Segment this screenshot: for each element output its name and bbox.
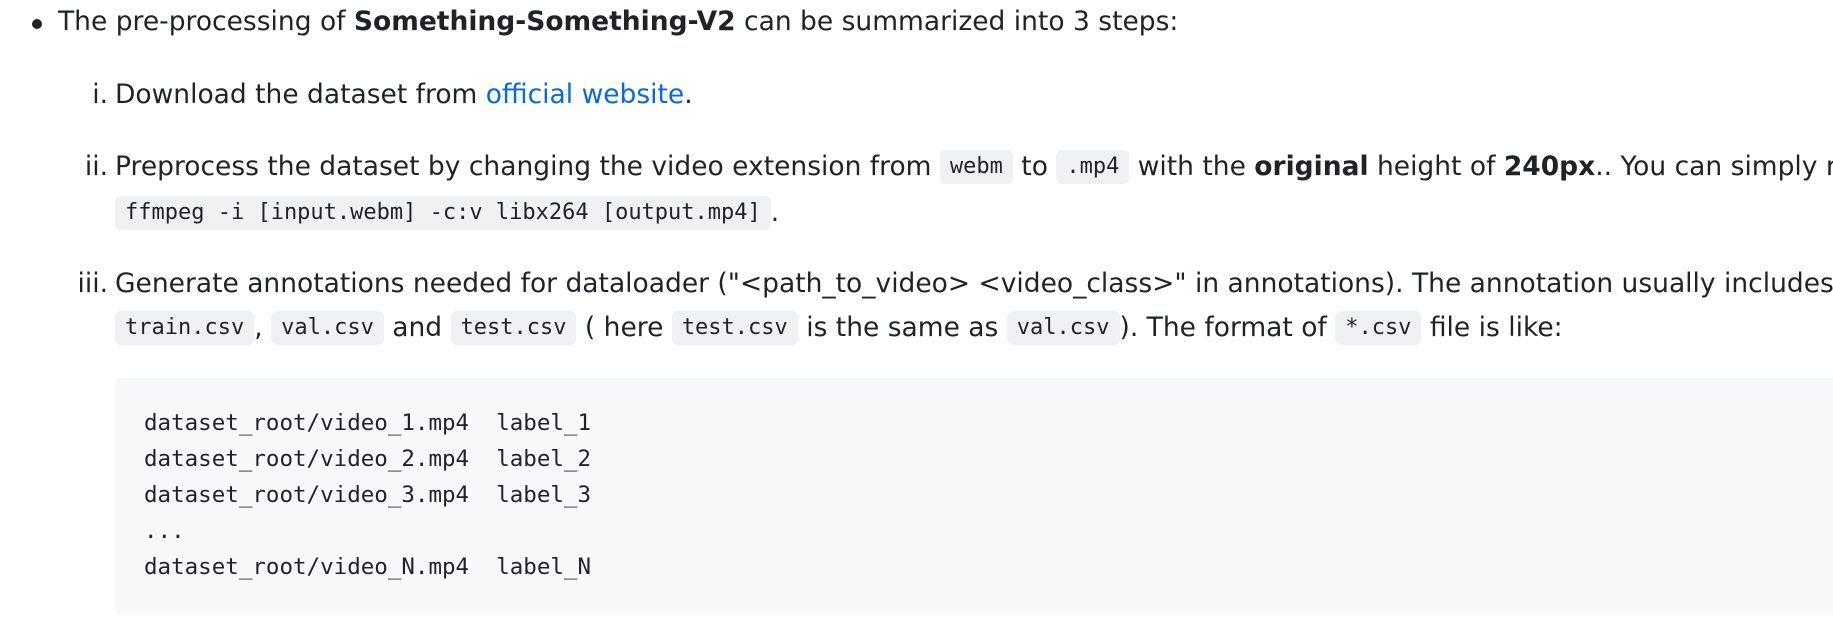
step-2-seg-1: Preprocess the dataset by changing the v… [115,151,940,182]
code-line-1: dataset_root/video_1.mp4 label_1 [144,410,592,436]
step-3-sep-4: is the same as [797,312,1007,343]
intro-line: The pre-processing of Something-Somethin… [58,5,1178,39]
intro-text-pre: The pre-processing of [58,6,354,37]
inline-code-val-csv: val.csv [271,311,384,345]
code-line-3: dataset_root/video_3.mp4 label_3 [144,482,592,508]
step-3-line-2: train.csv, val.csv and test.csv ( here t… [115,311,1563,345]
step-2-seg-3: with the [1129,151,1255,182]
inline-code-test-csv-2: test.csv [671,311,798,345]
step-2-seg-6: . [770,197,780,228]
inline-code-test-csv: test.csv [450,311,577,345]
step-2-seg-5: .. You can simply run [1595,151,1833,182]
inline-code-ffmpeg-command: ffmpeg -i [input.webm] -c:v libx264 [out… [115,196,771,230]
step-3-marker: iii. [77,268,108,299]
bullet-dot [32,19,42,29]
intro-text-post: can be summarized into 3 steps: [735,6,1179,37]
step-2-seg-2: to [1012,151,1057,182]
step-2-line-1: Preprocess the dataset by changing the v… [115,150,1833,184]
step-3-sep-5: ). The format of [1119,312,1336,343]
step-3-sep-6: file is like: [1421,312,1563,343]
step-3-line-1: Generate annotations needed for dataload… [115,268,1833,299]
bold-240px: 240px [1503,151,1596,182]
inline-code-webm: webm [939,150,1013,184]
code-line-2: dataset_root/video_2.mp4 label_2 [144,446,592,472]
inline-code-train-csv: train.csv [115,311,255,345]
code-block[interactable]: dataset_root/video_1.mp4 label_1 dataset… [114,378,1833,615]
step-2-line-2: ffmpeg -i [input.webm] -c:v libx264 [out… [115,196,779,230]
step-3-sep-3: ( here [576,312,672,343]
step-2-seg-4: height of [1368,151,1504,182]
bold-original: original [1254,151,1369,182]
step-1-text-post: . [684,79,693,110]
dataset-name: Something-Something-V2 [353,6,736,37]
code-line-n: dataset_root/video_N.mp4 label_N [144,554,592,580]
inline-code-mp4: .mp4 [1056,150,1130,184]
official-website-link[interactable]: official website [486,79,684,110]
step-2-marker: ii. [84,151,108,182]
inline-code-glob-csv: *.csv [1335,311,1422,345]
step-1-marker: i. [92,79,108,110]
step-1-text: Download the dataset from official websi… [115,78,693,112]
step-1-text-pre: Download the dataset from [115,79,486,110]
code-line-ellipsis: ... [144,518,185,544]
step-3-sep-2: and [383,312,451,343]
step-3-sep-1: , [254,312,263,343]
inline-code-val-csv-2: val.csv [1006,311,1120,345]
